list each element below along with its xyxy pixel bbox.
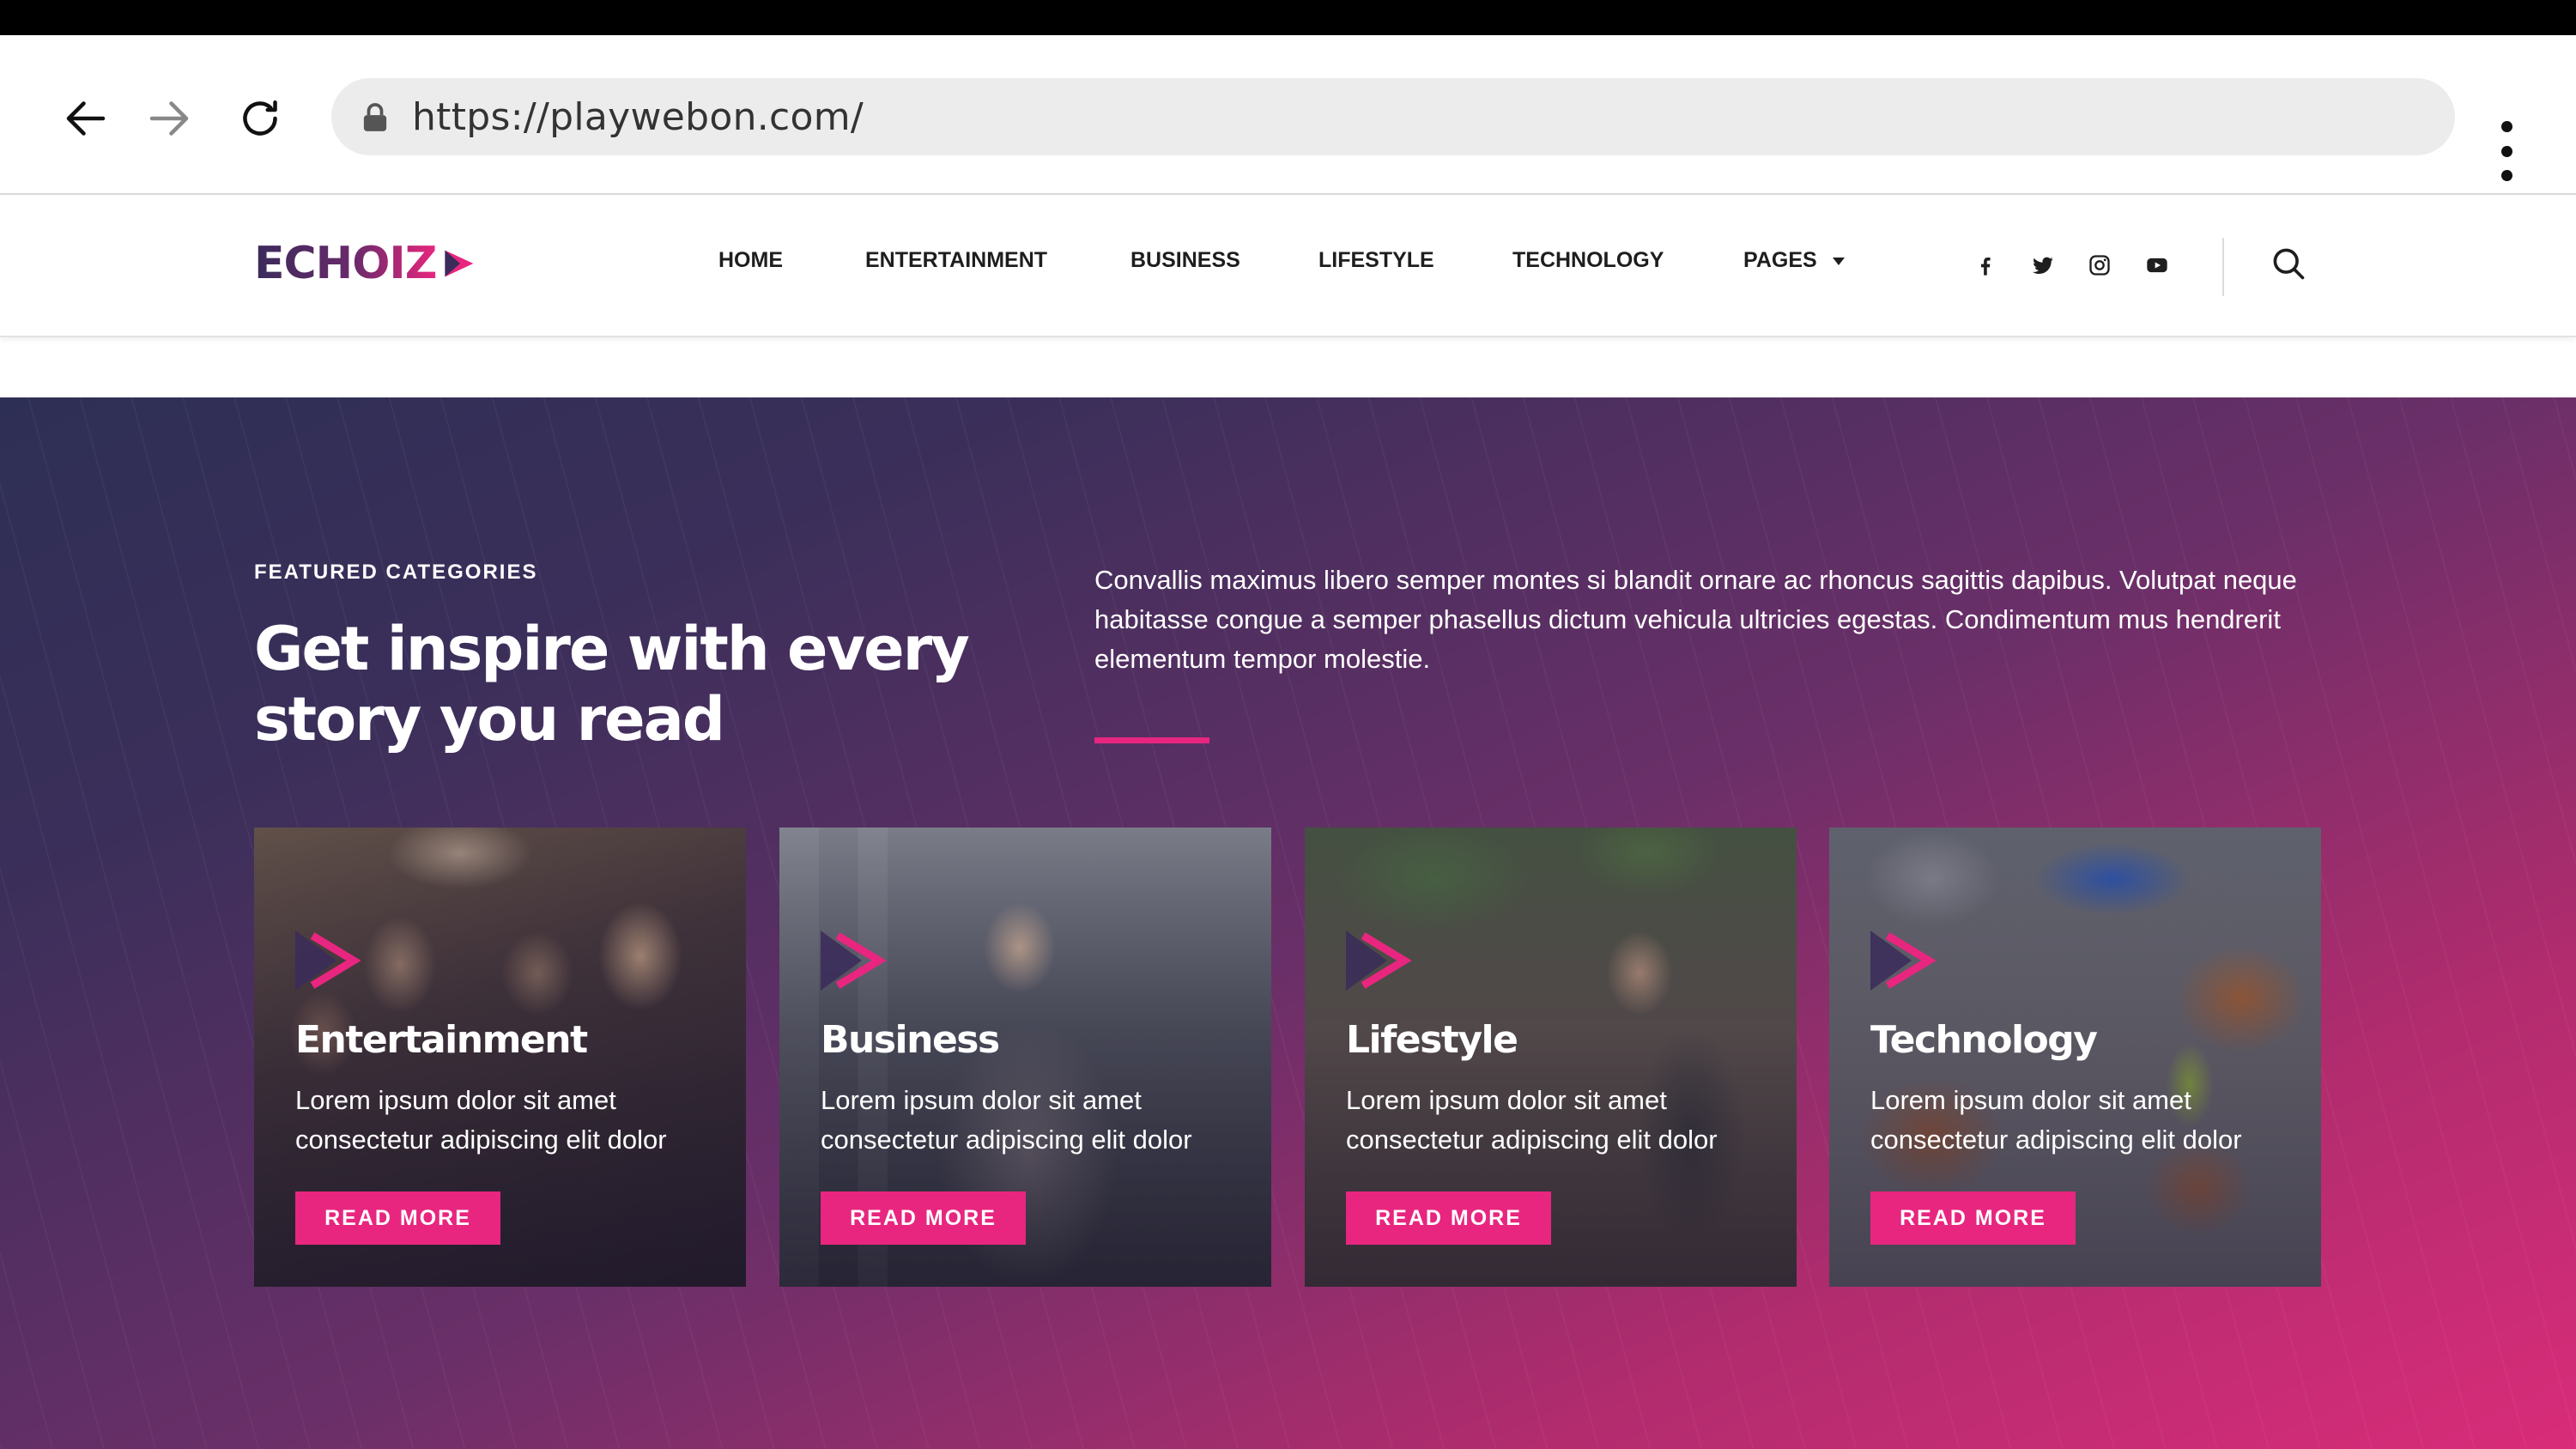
card-title: Lifestyle — [1346, 1018, 1518, 1062]
nav-entertainment[interactable]: ENTERTAINMENT — [865, 248, 1047, 273]
youtube-icon — [2147, 258, 2167, 273]
card-title: Technology — [1870, 1018, 2098, 1062]
card-title: Entertainment — [295, 1018, 588, 1062]
chevron-right-icon — [821, 931, 887, 991]
search-icon — [2273, 248, 2305, 280]
card-description: Lorem ipsum dolor sit amet consectetur a… — [1870, 1085, 2242, 1155]
more-vert-icon[interactable] — [2489, 121, 2524, 181]
featured-categories-section: FEATURED CATEGORIES Get inspire with eve… — [0, 397, 2576, 1449]
nav-pages-label: PAGES — [1743, 248, 1817, 272]
section-eyebrow: FEATURED CATEGORIES — [254, 561, 538, 584]
reload-icon — [243, 100, 277, 136]
back-arrow-icon — [66, 101, 106, 136]
reload-button[interactable] — [230, 88, 290, 149]
site-header: ECHOIZ HOME ENTERTAINMENT BUSINESS LIFES… — [0, 197, 2576, 337]
read-more-button[interactable]: READ MORE — [1346, 1191, 1551, 1245]
nav-lifestyle[interactable]: LIFESTYLE — [1318, 248, 1434, 273]
nav-technology[interactable]: TECHNOLOGY — [1512, 248, 1664, 273]
read-more-button[interactable]: READ MORE — [295, 1191, 500, 1245]
instagram-link[interactable] — [2085, 251, 2114, 280]
instagram-icon — [2089, 255, 2110, 276]
nav-business[interactable]: BUSINESS — [1130, 248, 1240, 273]
caret-down-icon — [1832, 257, 1845, 265]
browser-toolbar: https://playwebon.com/ — [0, 35, 2576, 195]
card-description: Lorem ipsum dolor sit amet consectetur a… — [821, 1085, 1192, 1155]
site-logo[interactable]: ECHOIZ — [254, 238, 479, 289]
logo-text: ECHOIZ — [254, 238, 437, 289]
nav-pages[interactable]: PAGES — [1743, 248, 1845, 273]
category-card-technology[interactable]: Technology Lorem ipsum dolor sit amet co… — [1829, 828, 2321, 1287]
facebook-link[interactable] — [1971, 251, 2000, 280]
twitter-link[interactable] — [2028, 251, 2058, 280]
back-button[interactable] — [56, 88, 116, 149]
chevron-right-icon — [1346, 931, 1412, 991]
address-bar[interactable]: https://playwebon.com/ — [331, 78, 2455, 155]
url-text: https://playwebon.com/ — [412, 94, 864, 139]
category-card-entertainment[interactable]: Entertainment Lorem ipsum dolor sit amet… — [254, 828, 746, 1287]
accent-line — [1094, 737, 1209, 743]
status-strip — [0, 0, 2576, 35]
youtube-link[interactable] — [2143, 251, 2172, 280]
forward-button[interactable] — [139, 88, 199, 149]
facebook-icon — [1980, 258, 1991, 276]
read-more-button[interactable]: READ MORE — [1870, 1191, 2076, 1245]
card-description: Lorem ipsum dolor sit amet consectetur a… — [1346, 1085, 1718, 1155]
chevron-right-icon — [1870, 931, 1937, 991]
read-more-button[interactable]: READ MORE — [821, 1191, 1026, 1245]
heading-line-2: story you read — [254, 684, 725, 755]
heading-line-1: Get inspire with every — [254, 614, 970, 684]
forward-arrow-icon — [149, 101, 189, 136]
section-heading: Get inspire with every story you read — [254, 614, 1027, 755]
card-description: Lorem ipsum dolor sit amet consectetur a… — [295, 1085, 667, 1155]
twitter-icon — [2032, 257, 2054, 275]
header-divider — [2222, 238, 2224, 296]
card-title: Business — [821, 1018, 1000, 1062]
lock-icon — [363, 103, 387, 131]
category-card-lifestyle[interactable]: Lifestyle Lorem ipsum dolor sit amet con… — [1305, 828, 1797, 1287]
logo-play-icon — [445, 250, 474, 277]
chevron-right-icon — [295, 931, 361, 991]
nav-home[interactable]: HOME — [718, 248, 783, 273]
category-card-business[interactable]: Business Lorem ipsum dolor sit amet cons… — [779, 828, 1271, 1287]
search-button[interactable] — [2270, 245, 2312, 288]
section-intro: Convallis maximus libero semper montes s… — [1094, 565, 2297, 674]
